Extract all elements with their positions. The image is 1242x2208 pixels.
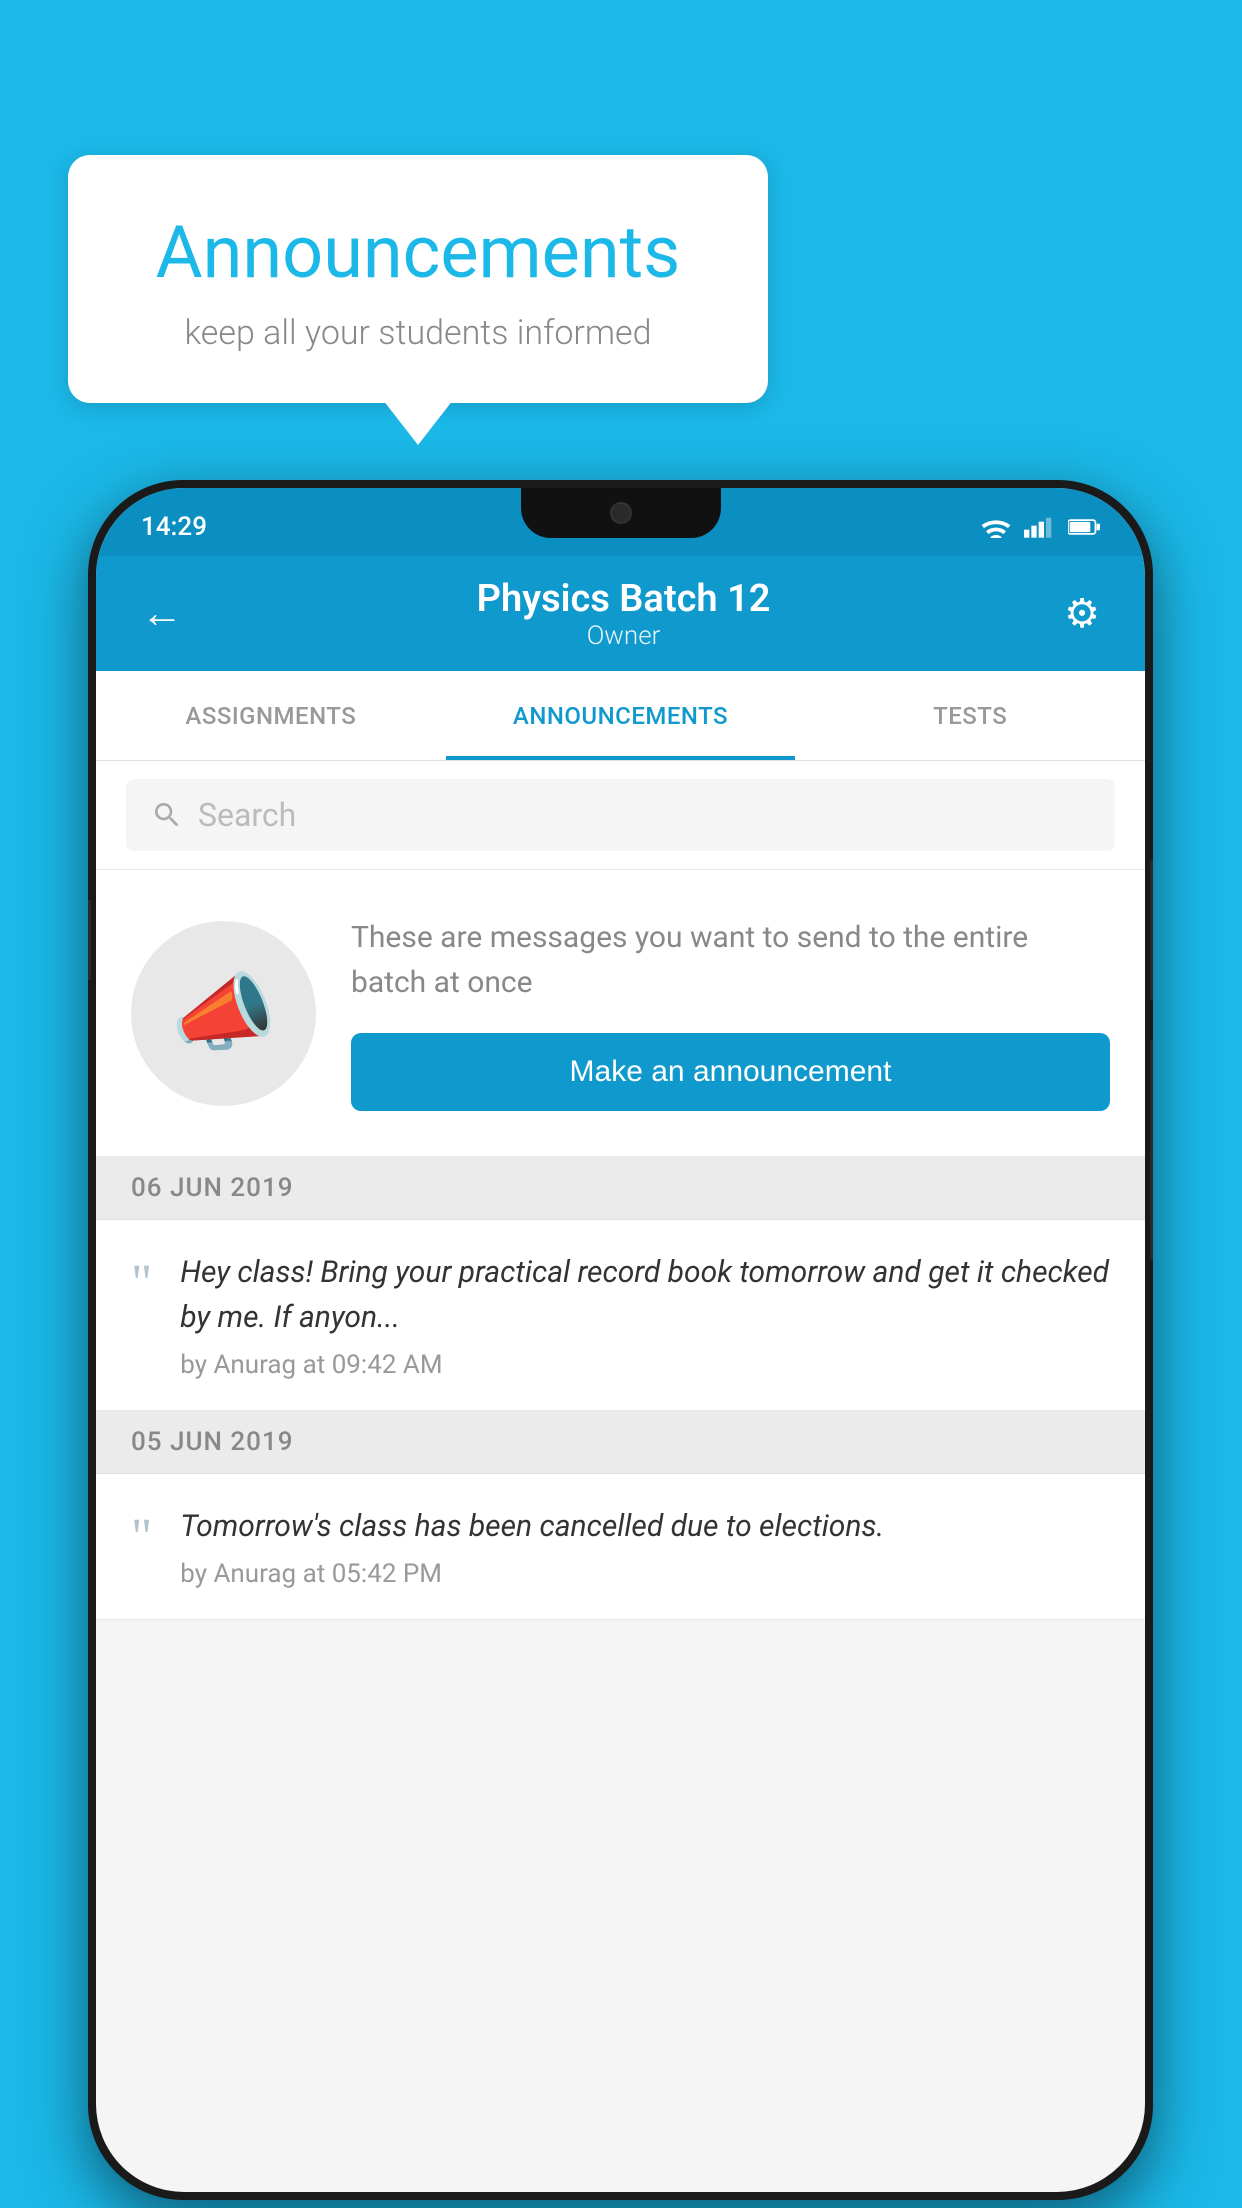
app-bar-title-area: Physics Batch 12 Owner bbox=[477, 577, 771, 651]
app-bar-subtitle: Owner bbox=[477, 621, 771, 651]
date-separator-1: 06 JUN 2019 bbox=[96, 1157, 1145, 1220]
announcement-item-2[interactable]: " Tomorrow's class has been cancelled du… bbox=[96, 1474, 1145, 1620]
announcement-meta-1: by Anurag at 09:42 AM bbox=[180, 1350, 1110, 1380]
app-bar: ← Physics Batch 12 Owner ⚙ bbox=[96, 556, 1145, 671]
wifi-icon bbox=[980, 516, 1012, 538]
app-bar-title: Physics Batch 12 bbox=[477, 577, 771, 621]
make-announcement-button[interactable]: Make an announcement bbox=[351, 1033, 1110, 1111]
announcement-item-1[interactable]: " Hey class! Bring your practical record… bbox=[96, 1220, 1145, 1411]
speech-bubble: Announcements keep all your students inf… bbox=[68, 155, 768, 403]
announcement-content-2: Tomorrow's class has been cancelled due … bbox=[180, 1504, 1110, 1589]
search-icon bbox=[151, 799, 183, 831]
announcement-empty-state: 📣 These are messages you want to send to… bbox=[96, 870, 1145, 1157]
quote-icon-1: " bbox=[131, 1258, 152, 1310]
date-separator-2: 05 JUN 2019 bbox=[96, 1411, 1145, 1474]
tab-announcements[interactable]: ANNOUNCEMENTS bbox=[446, 671, 796, 760]
status-icons bbox=[980, 516, 1100, 538]
battery-icon bbox=[1068, 516, 1100, 538]
speech-bubble-title: Announcements bbox=[128, 210, 708, 295]
megaphone-icon: 📣 bbox=[171, 963, 277, 1063]
announcement-right: These are messages you want to send to t… bbox=[351, 915, 1110, 1111]
volume-down-button bbox=[1150, 1040, 1153, 1260]
volume-button bbox=[88, 900, 91, 980]
speech-bubble-subtitle: keep all your students informed bbox=[128, 313, 708, 353]
search-bar[interactable]: Search bbox=[126, 779, 1115, 851]
tab-assignments[interactable]: ASSIGNMENTS bbox=[96, 671, 446, 760]
announcement-description: These are messages you want to send to t… bbox=[351, 915, 1110, 1005]
status-time: 14:29 bbox=[141, 512, 207, 542]
back-button[interactable]: ← bbox=[131, 579, 193, 648]
quote-icon-2: " bbox=[131, 1512, 152, 1564]
search-container: Search bbox=[96, 761, 1145, 870]
tab-bar: ASSIGNMENTS ANNOUNCEMENTS TESTS bbox=[96, 671, 1145, 761]
settings-icon[interactable]: ⚙ bbox=[1054, 580, 1110, 647]
signal-icon bbox=[1024, 516, 1056, 538]
phone-screen: 14:29 bbox=[96, 488, 1145, 2192]
announcement-text-1: Hey class! Bring your practical record b… bbox=[180, 1250, 1110, 1340]
speech-bubble-container: Announcements keep all your students inf… bbox=[68, 155, 768, 403]
screen-content: ← Physics Batch 12 Owner ⚙ ASSIGNMENTS A… bbox=[96, 556, 1145, 2192]
phone-notch bbox=[521, 488, 721, 538]
front-camera bbox=[610, 502, 632, 524]
megaphone-circle: 📣 bbox=[131, 921, 316, 1106]
phone-frame: 14:29 bbox=[88, 480, 1153, 2200]
tab-tests[interactable]: TESTS bbox=[795, 671, 1145, 760]
power-button bbox=[1150, 860, 1153, 1000]
announcement-text-2: Tomorrow's class has been cancelled due … bbox=[180, 1504, 1110, 1549]
phone-inner: 14:29 bbox=[96, 488, 1145, 2192]
search-placeholder: Search bbox=[198, 796, 296, 834]
announcement-content-1: Hey class! Bring your practical record b… bbox=[180, 1250, 1110, 1380]
announcement-meta-2: by Anurag at 05:42 PM bbox=[180, 1559, 1110, 1589]
